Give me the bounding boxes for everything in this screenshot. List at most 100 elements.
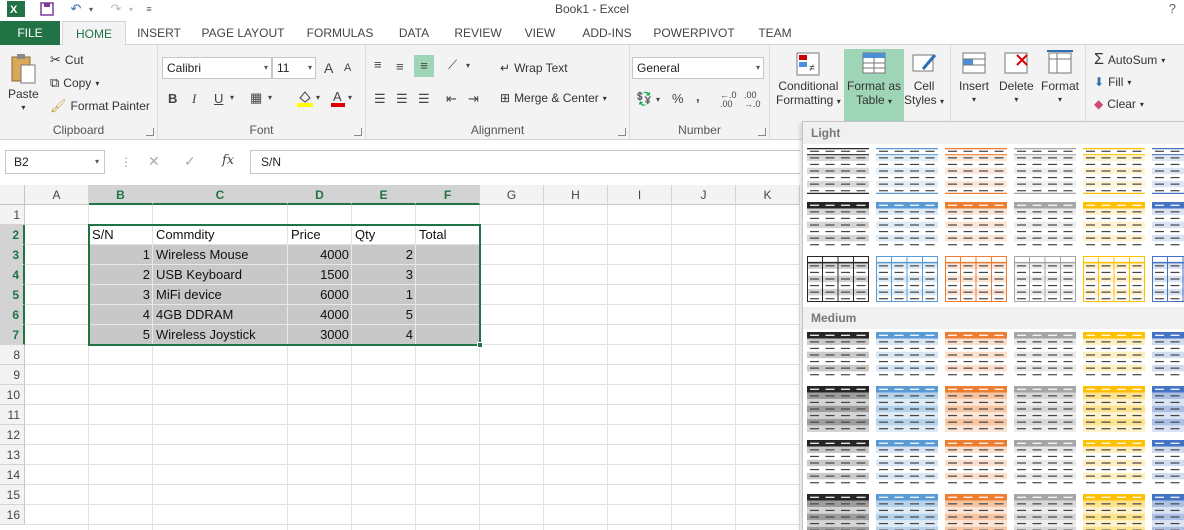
column-header-a[interactable]: A: [25, 185, 89, 205]
tab-add-ins[interactable]: ADD-INS: [576, 21, 638, 45]
number-format-select[interactable]: General ▾: [632, 57, 764, 79]
tab-team[interactable]: TEAM: [752, 21, 798, 45]
table-style-swatch[interactable]: [945, 202, 1007, 248]
table-style-swatch[interactable]: [1014, 148, 1076, 194]
row-header-13[interactable]: 13: [0, 445, 25, 465]
column-header-b[interactable]: B: [89, 185, 153, 205]
tab-home[interactable]: HOME: [62, 21, 126, 46]
row-header-11[interactable]: 11: [0, 405, 25, 425]
decrease-decimal-icon[interactable]: .00 →.0: [744, 91, 761, 109]
number-launcher-icon[interactable]: [758, 128, 766, 136]
align-top-icon[interactable]: ≡: [374, 57, 382, 72]
copy-button[interactable]: ⧉ Copy ▾: [50, 75, 99, 91]
merge-center-button[interactable]: ⊞ Merge & Center ▾: [500, 91, 607, 105]
column-header-h[interactable]: H: [544, 185, 608, 205]
fill-color-dropdown-icon[interactable]: ▾: [316, 93, 320, 102]
fill-handle[interactable]: [477, 342, 483, 348]
table-style-swatch[interactable]: [1083, 202, 1145, 248]
format-painter-button[interactable]: 🖌 Format Painter: [50, 98, 150, 114]
table-style-swatch[interactable]: [876, 332, 938, 378]
increase-indent-icon[interactable]: ⇥: [468, 91, 479, 107]
row-header-6[interactable]: 6: [0, 305, 25, 325]
font-size-select[interactable]: 11 ▾: [272, 57, 316, 79]
column-header-f[interactable]: F: [416, 185, 480, 205]
column-header-j[interactable]: J: [672, 185, 736, 205]
table-style-swatch[interactable]: [1152, 440, 1184, 486]
table-style-swatch[interactable]: [1083, 148, 1145, 194]
row-header-14[interactable]: 14: [0, 465, 25, 485]
font-color-icon[interactable]: A: [330, 89, 346, 110]
font-name-select[interactable]: Calibri ▾: [162, 57, 272, 79]
decrease-indent-icon[interactable]: ⇤: [446, 91, 457, 107]
orientation-icon[interactable]: ⟋: [448, 57, 457, 73]
percent-button[interactable]: %: [672, 91, 684, 106]
tab-file[interactable]: FILE: [0, 21, 60, 45]
table-style-swatch[interactable]: [807, 202, 869, 248]
cell-styles-button[interactable]: Cell Styles ▾: [904, 49, 944, 107]
row-header-8[interactable]: 8: [0, 345, 25, 365]
tab-data[interactable]: DATA: [392, 21, 436, 45]
table-style-swatch[interactable]: [876, 440, 938, 486]
autosum-button[interactable]: Σ AutoSum ▾: [1094, 51, 1165, 69]
table-style-swatch[interactable]: [876, 386, 938, 432]
column-header-i[interactable]: I: [608, 185, 672, 205]
table-style-swatch[interactable]: [945, 494, 1007, 530]
underline-dropdown-icon[interactable]: ▾: [230, 93, 234, 102]
row-header-12[interactable]: 12: [0, 425, 25, 445]
table-style-swatch[interactable]: [945, 332, 1007, 378]
tab-review[interactable]: REVIEW: [450, 21, 506, 45]
format-as-table-button[interactable]: Format as Table ▾: [844, 49, 905, 121]
table-style-swatch[interactable]: [1014, 256, 1076, 302]
table-style-swatch[interactable]: [1152, 148, 1184, 194]
alignment-launcher-icon[interactable]: [618, 128, 626, 136]
table-style-swatch[interactable]: [1152, 332, 1184, 378]
table-style-swatch[interactable]: [1152, 494, 1184, 530]
borders-icon[interactable]: ▦: [250, 90, 262, 106]
align-bottom-icon[interactable]: ≡: [414, 55, 434, 77]
worksheet-grid[interactable]: A B C D E F G H I J K 1 2 3 4 5 6 7 8 9 10 11 12 13 14 15 16 S/N Com…: [0, 185, 800, 530]
font-launcher-icon[interactable]: [354, 128, 362, 136]
table-style-swatch[interactable]: [1014, 202, 1076, 248]
table-style-swatch[interactable]: [945, 386, 1007, 432]
table-style-swatch[interactable]: [1083, 440, 1145, 486]
column-header-d[interactable]: D: [288, 185, 352, 205]
grow-font-button[interactable]: A: [324, 60, 333, 76]
bold-button[interactable]: B: [168, 91, 177, 106]
insert-cells-button[interactable]: Insert ▾: [959, 49, 989, 104]
row-header-5[interactable]: 5: [0, 285, 25, 305]
column-header-e[interactable]: E: [352, 185, 416, 205]
align-right-icon[interactable]: ☰: [418, 91, 430, 107]
cancel-icon[interactable]: ✕: [148, 153, 160, 170]
table-style-swatch[interactable]: [1083, 494, 1145, 530]
fill-color-icon[interactable]: [296, 89, 314, 110]
currency-icon[interactable]: 💱: [636, 91, 652, 107]
row-header-1[interactable]: 1: [0, 205, 25, 225]
selection-range[interactable]: [88, 224, 481, 346]
orientation-dropdown-icon[interactable]: ▾: [466, 61, 470, 70]
formula-input[interactable]: S/N: [250, 150, 800, 174]
borders-dropdown-icon[interactable]: ▾: [268, 93, 272, 102]
tab-page-layout[interactable]: PAGE LAYOUT: [196, 21, 290, 45]
clipboard-launcher-icon[interactable]: [146, 128, 154, 136]
table-style-swatch[interactable]: [945, 256, 1007, 302]
wrap-text-button[interactable]: ↵ Wrap Text: [500, 61, 568, 75]
table-style-swatch[interactable]: [807, 148, 869, 194]
enter-icon[interactable]: ✓: [184, 153, 196, 170]
paste-button[interactable]: Paste ▾: [8, 53, 39, 112]
table-style-swatch[interactable]: [945, 440, 1007, 486]
table-style-swatch[interactable]: [876, 494, 938, 530]
comma-button[interactable]: ,: [696, 89, 700, 104]
clear-button[interactable]: ◆ Clear ▾: [1094, 97, 1144, 111]
column-header-c[interactable]: C: [153, 185, 288, 205]
table-style-swatch[interactable]: [1152, 256, 1184, 302]
underline-button[interactable]: U: [214, 91, 223, 106]
table-style-swatch[interactable]: [1014, 494, 1076, 530]
table-style-swatch[interactable]: [807, 332, 869, 378]
help-icon[interactable]: ?: [1169, 1, 1176, 16]
table-style-swatch[interactable]: [1014, 332, 1076, 378]
format-cells-button[interactable]: Format ▾: [1041, 49, 1079, 104]
table-style-swatch[interactable]: [945, 148, 1007, 194]
tab-insert[interactable]: INSERT: [132, 21, 186, 45]
table-style-swatch[interactable]: [1083, 256, 1145, 302]
row-header-4[interactable]: 4: [0, 265, 25, 285]
